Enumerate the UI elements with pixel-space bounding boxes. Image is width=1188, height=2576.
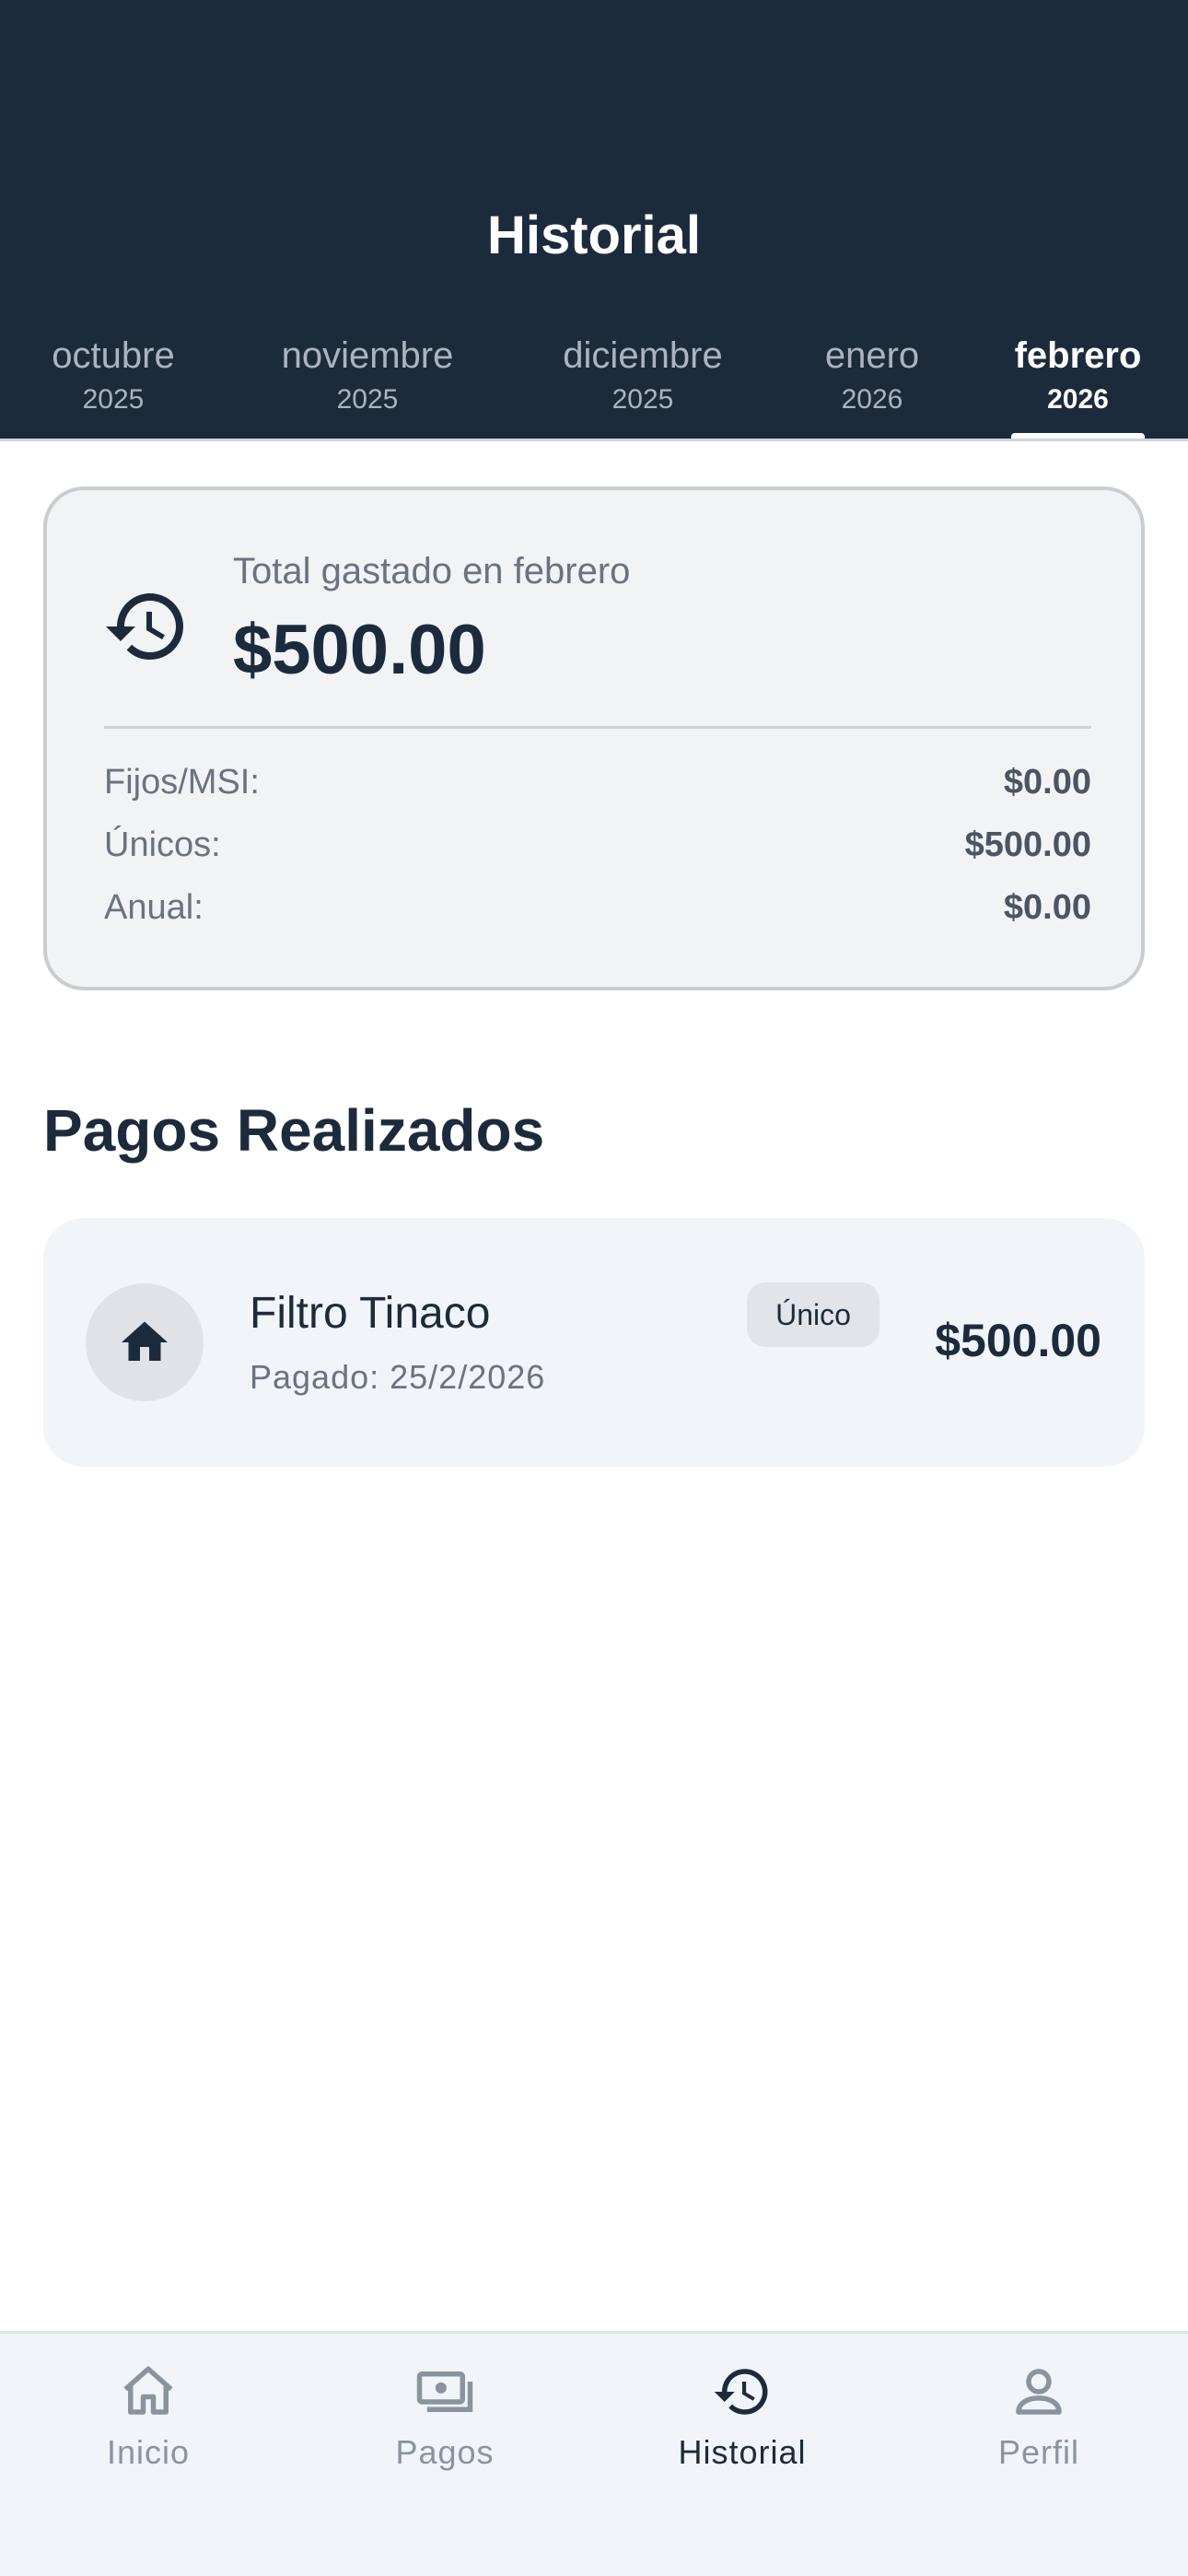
payment-card[interactable]: Filtro Tinaco Pagado: 25/2/2026 Único $5… [43, 1218, 1145, 1467]
month-name: febrero [1014, 335, 1142, 376]
nav-item-pagos[interactable]: Pagos [297, 2361, 593, 2500]
month-name: enero [824, 335, 920, 376]
payment-type-badge: Único [747, 1282, 879, 1347]
row-label: Únicos: [104, 825, 221, 864]
tab-month-febrero[interactable]: febrero 2026 [1002, 330, 1154, 440]
bottom-nav: Inicio Pagos Historial Perfil [0, 2331, 1188, 2576]
summary-divider [104, 726, 1091, 729]
month-year: 2025 [611, 384, 674, 415]
tab-month-diciembre[interactable]: diciembre 2025 [539, 330, 747, 440]
history-icon [106, 593, 183, 660]
row-label: Anual: [104, 888, 204, 927]
payment-name: Filtro Tinaco [250, 1289, 491, 1338]
month-tabs: octubre 2025 noviembre 2025 diciembre 20… [0, 330, 1188, 440]
nav-item-inicio[interactable]: Inicio [0, 2361, 297, 2500]
nav-label: Historial [678, 2433, 807, 2471]
summary-total: $500.00 [233, 611, 486, 689]
month-year: 2025 [336, 384, 399, 415]
month-year: 2026 [1047, 384, 1109, 415]
tab-month-noviembre[interactable]: noviembre 2025 [262, 330, 473, 440]
cash-icon [416, 2371, 473, 2412]
tab-month-enero[interactable]: enero 2026 [808, 330, 937, 440]
month-name: octubre [52, 335, 175, 376]
month-name: noviembre [281, 335, 454, 376]
tab-month-octubre[interactable]: octubre 2025 [30, 330, 196, 440]
app-header: Historial octubre 2025 noviembre 2025 di… [0, 0, 1188, 440]
summary-card: Total gastado en febrero $500.00 Fijos/M… [43, 486, 1145, 990]
payment-amount: $500.00 [935, 1315, 1101, 1366]
home-outline-icon [123, 2366, 173, 2415]
summary-row-unicos: Únicos: $500.00 [104, 825, 1091, 881]
row-value: $0.00 [1003, 888, 1091, 927]
row-value: $500.00 [964, 825, 1091, 864]
header-divider [0, 439, 1188, 441]
row-value: $0.00 [1003, 763, 1091, 802]
row-label: Fijos/MSI: [104, 763, 260, 802]
person-icon [1016, 2369, 1062, 2415]
home-icon [122, 1321, 168, 1361]
history-icon [714, 2369, 768, 2415]
nav-item-perfil[interactable]: Perfil [891, 2361, 1187, 2500]
month-year: 2026 [841, 384, 903, 415]
payment-date: Pagado: 25/2/2026 [250, 1358, 546, 1396]
payment-icon-container [86, 1283, 204, 1401]
nav-label: Perfil [997, 2433, 1080, 2471]
month-name: diciembre [563, 335, 723, 376]
summary-row-anual: Anual: $0.00 [104, 888, 1091, 943]
section-title: Pagos Realizados [43, 1097, 545, 1164]
nav-item-historial[interactable]: Historial [594, 2361, 891, 2500]
month-year: 2025 [82, 384, 145, 415]
summary-label: Total gastado en febrero [233, 551, 631, 591]
summary-row-fijos: Fijos/MSI: $0.00 [104, 763, 1091, 818]
page-title: Historial [486, 205, 702, 265]
nav-label: Pagos [395, 2433, 495, 2471]
nav-label: Inicio [106, 2433, 191, 2471]
